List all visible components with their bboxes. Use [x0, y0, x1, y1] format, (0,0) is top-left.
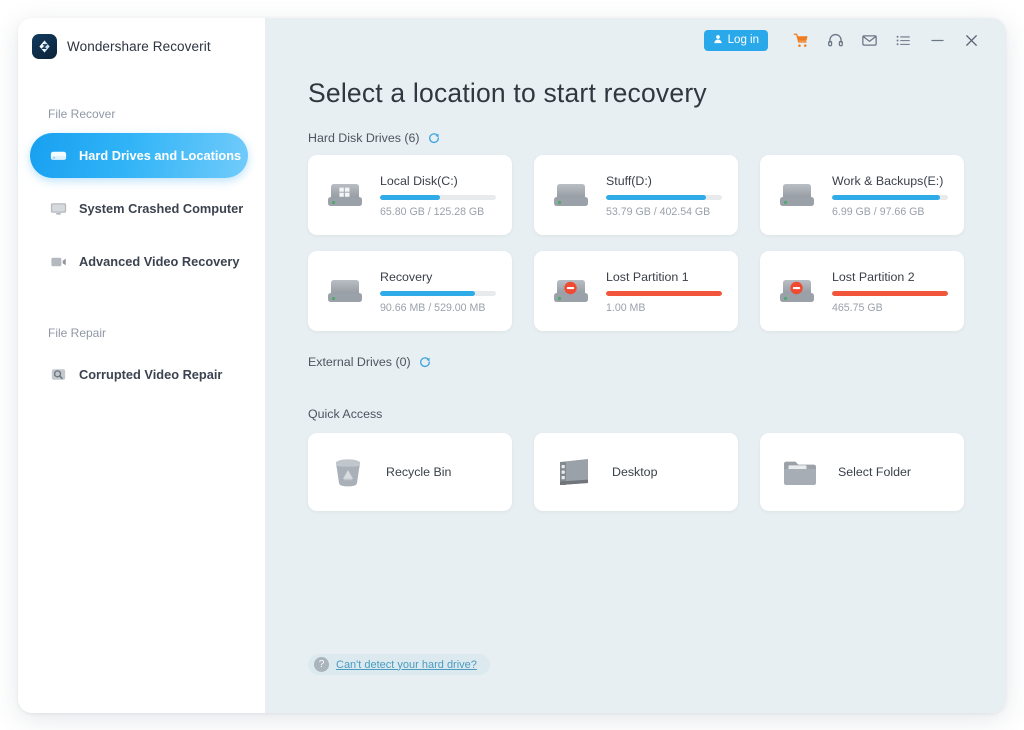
list-menu-icon[interactable]	[886, 25, 920, 55]
refresh-icon[interactable]	[419, 356, 431, 368]
nav-group-label-file-recover: File Recover	[18, 107, 265, 121]
desktop-icon	[554, 452, 594, 492]
sidebar-item-system-crashed-computer[interactable]: System Crashed Computer	[30, 186, 248, 231]
section-label: Quick Access	[308, 407, 382, 421]
drive-usage-fill	[832, 291, 948, 296]
sidebar: Wondershare Recoverit File Recover Hard …	[18, 18, 266, 713]
hard-drive-icon	[48, 146, 68, 166]
drive-usage-fill	[380, 195, 440, 200]
quick-access-grid: Recycle Bin Desktop Select Folder	[308, 433, 964, 511]
nav-group-label-file-repair: File Repair	[18, 326, 265, 340]
sidebar-item-label: Hard Drives and Locations	[79, 148, 241, 163]
drive-usage-fill	[606, 195, 706, 200]
hard-disk-drives-grid: Local Disk(C:) 65.80 GB / 125.28 GB Stuf…	[308, 155, 964, 331]
drive-usage-bar	[832, 195, 948, 200]
drive-info: Lost Partition 1 1.00 MB	[606, 268, 722, 314]
external-drives-section-header: External Drives (0)	[308, 355, 964, 369]
drive-info: Recovery 90.66 MB / 529.00 MB	[380, 268, 496, 314]
brand: Wondershare Recoverit	[18, 18, 265, 59]
refresh-icon[interactable]	[428, 132, 440, 144]
drive-size: 90.66 MB / 529.00 MB	[380, 302, 496, 314]
drive-size: 6.99 GB / 97.66 GB	[832, 206, 948, 218]
recycle-bin-icon	[328, 452, 368, 492]
sidebar-item-label: Corrupted Video Repair	[79, 367, 222, 382]
drive-card[interactable]: Stuff(D:) 53.79 GB / 402.54 GB	[534, 155, 738, 235]
drive-size: 53.79 GB / 402.54 GB	[606, 206, 722, 218]
quick-access-label: Desktop	[612, 465, 657, 479]
drive-usage-bar	[606, 291, 722, 296]
section-label: Hard Disk Drives (6)	[308, 131, 420, 145]
minimize-icon[interactable]	[920, 25, 954, 55]
drive-usage-fill	[380, 291, 475, 296]
windows-drive-icon	[324, 174, 366, 216]
cart-icon[interactable]	[784, 25, 818, 55]
page-title: Select a location to start recovery	[308, 78, 964, 109]
mail-icon[interactable]	[852, 25, 886, 55]
drive-card[interactable]: Recovery 90.66 MB / 529.00 MB	[308, 251, 512, 331]
section-label: External Drives (0)	[308, 355, 411, 369]
lost-partition-icon	[776, 270, 818, 312]
sidebar-item-label: Advanced Video Recovery	[79, 254, 240, 269]
quick-access-label: Recycle Bin	[386, 465, 451, 479]
drive-card[interactable]: Lost Partition 2 465.75 GB	[760, 251, 964, 331]
video-camera-icon	[48, 252, 68, 272]
monitor-icon	[48, 199, 68, 219]
login-button[interactable]: Log in	[704, 30, 768, 51]
login-button-label: Log in	[728, 34, 759, 46]
drive-icon	[324, 270, 366, 312]
user-icon	[713, 34, 723, 47]
drive-name: Lost Partition 2	[832, 270, 948, 284]
drive-usage-bar	[380, 195, 496, 200]
sidebar-item-hard-drives-and-locations[interactable]: Hard Drives and Locations	[30, 133, 248, 178]
drive-usage-bar	[832, 291, 948, 296]
brand-name: Wondershare Recoverit	[67, 39, 211, 54]
drive-size: 65.80 GB / 125.28 GB	[380, 206, 496, 218]
drive-info: Work & Backups(E:) 6.99 GB / 97.66 GB	[832, 172, 948, 218]
drive-size: 1.00 MB	[606, 302, 722, 314]
drive-card[interactable]: Local Disk(C:) 65.80 GB / 125.28 GB	[308, 155, 512, 235]
drive-usage-fill	[832, 195, 940, 200]
quick-access-card[interactable]: Select Folder	[760, 433, 964, 511]
drive-name: Recovery	[380, 270, 496, 284]
drive-size: 465.75 GB	[832, 302, 948, 314]
content: Select a location to start recovery Hard…	[266, 78, 1006, 511]
headset-icon[interactable]	[818, 25, 852, 55]
lost-partition-icon	[550, 270, 592, 312]
quick-access-label: Select Folder	[838, 465, 911, 479]
main-panel: Log in	[266, 18, 1006, 713]
sidebar-item-corrupted-video-repair[interactable]: Corrupted Video Repair	[30, 352, 248, 397]
drive-info: Local Disk(C:) 65.80 GB / 125.28 GB	[380, 172, 496, 218]
drive-name: Local Disk(C:)	[380, 174, 496, 188]
drive-name: Lost Partition 1	[606, 270, 722, 284]
help-link-label: Can't detect your hard drive?	[336, 659, 477, 671]
quick-access-card[interactable]: Desktop	[534, 433, 738, 511]
titlebar: Log in	[266, 18, 1006, 62]
drive-name: Stuff(D:)	[606, 174, 722, 188]
drive-usage-bar	[380, 291, 496, 296]
drive-card[interactable]: Work & Backups(E:) 6.99 GB / 97.66 GB	[760, 155, 964, 235]
drive-usage-fill	[606, 291, 722, 296]
video-search-icon	[48, 365, 68, 385]
drive-icon	[550, 174, 592, 216]
app-window: Wondershare Recoverit File Recover Hard …	[18, 18, 1006, 713]
sidebar-item-advanced-video-recovery[interactable]: Advanced Video Recovery	[30, 239, 248, 284]
wondershare-logo-icon	[32, 34, 57, 59]
drive-info: Stuff(D:) 53.79 GB / 402.54 GB	[606, 172, 722, 218]
quick-access-card[interactable]: Recycle Bin	[308, 433, 512, 511]
drive-info: Lost Partition 2 465.75 GB	[832, 268, 948, 314]
drive-usage-bar	[606, 195, 722, 200]
drive-icon	[776, 174, 818, 216]
close-icon[interactable]	[954, 25, 988, 55]
quick-access-section-header: Quick Access	[308, 407, 964, 421]
cant-detect-hard-drive-link[interactable]: ? Can't detect your hard drive?	[308, 654, 490, 675]
question-mark-icon: ?	[314, 657, 329, 672]
hard-disk-drives-section-header: Hard Disk Drives (6)	[308, 131, 964, 145]
sidebar-item-label: System Crashed Computer	[79, 201, 243, 216]
drive-card[interactable]: Lost Partition 1 1.00 MB	[534, 251, 738, 331]
folder-icon	[780, 452, 820, 492]
drive-name: Work & Backups(E:)	[832, 174, 948, 188]
